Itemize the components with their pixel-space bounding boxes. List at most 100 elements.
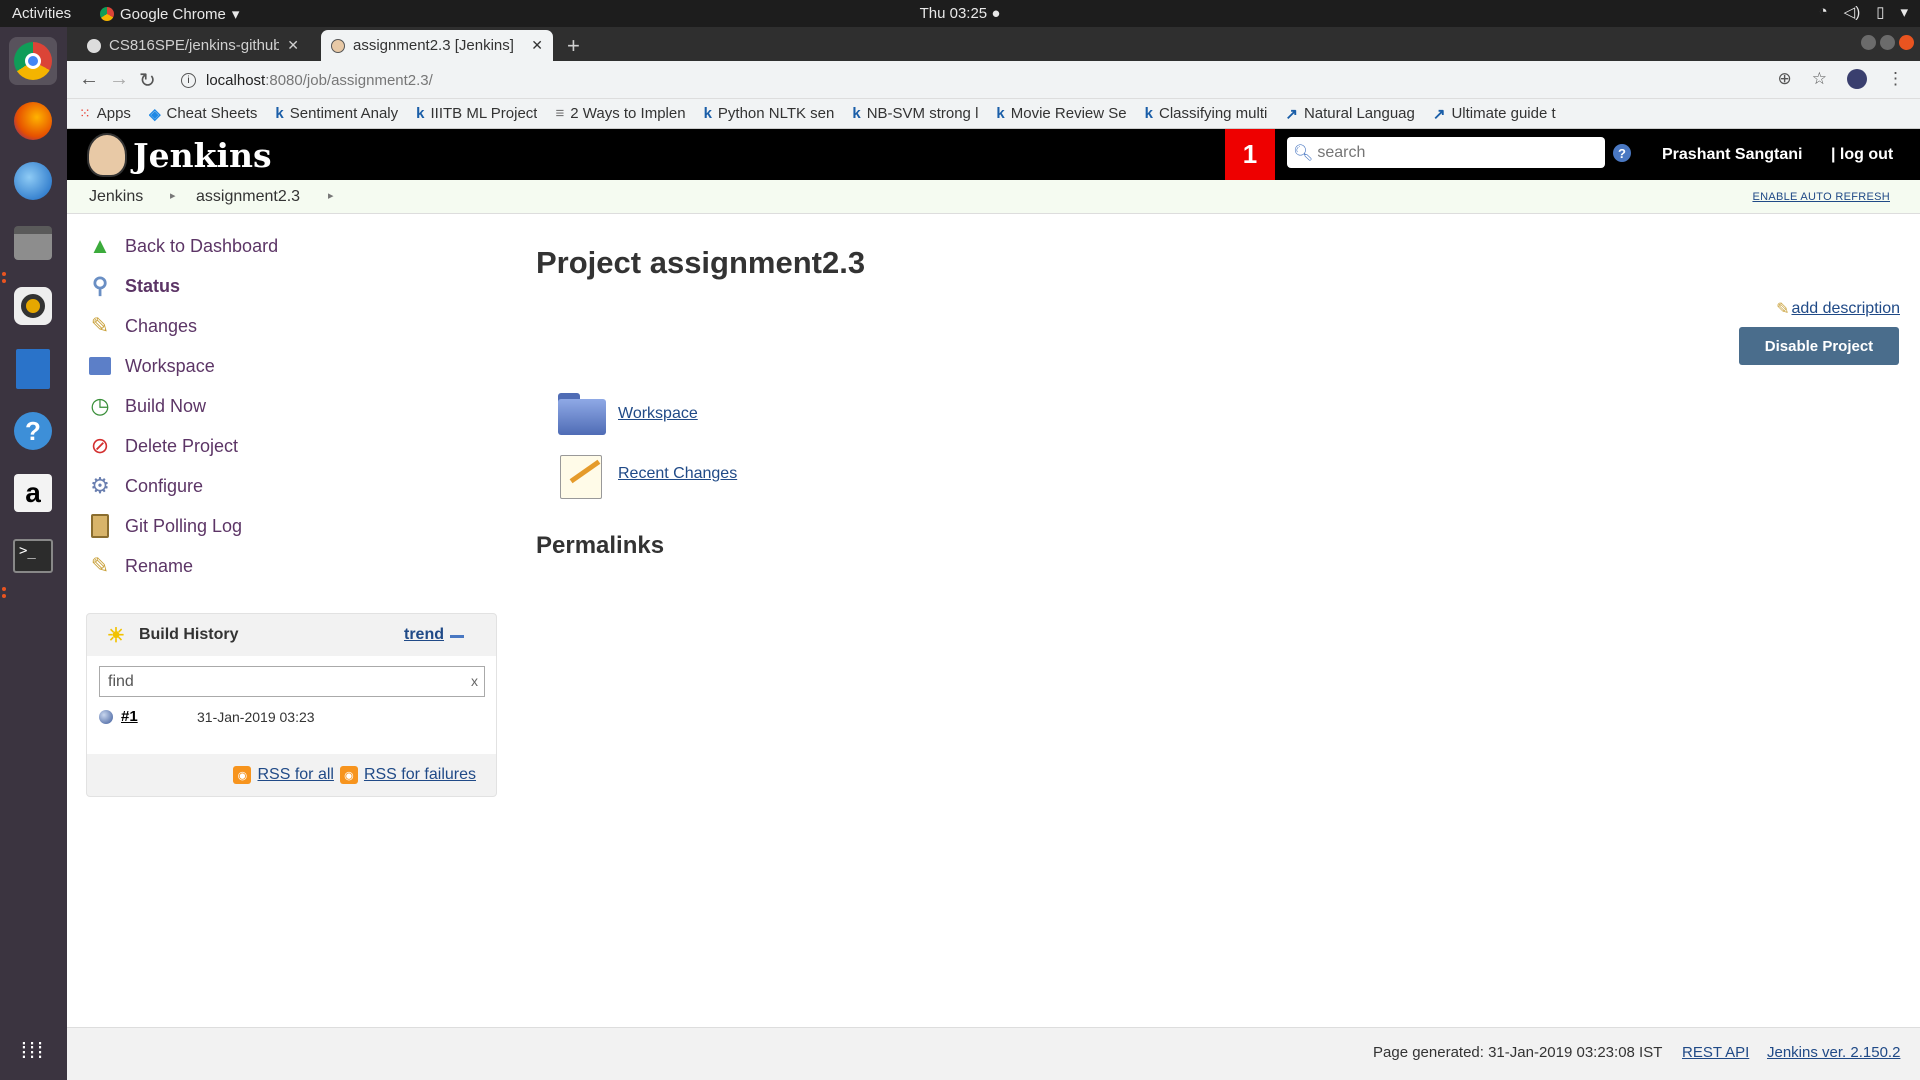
permalinks-heading: Permalinks — [536, 532, 665, 559]
rss-failures-link[interactable]: RSS for failures — [364, 766, 476, 784]
dock-chrome[interactable] — [9, 37, 57, 85]
breadcrumb-jenkins[interactable]: Jenkins — [89, 188, 143, 206]
add-description-link[interactable]: ✎ add description — [1776, 299, 1900, 319]
activities-button[interactable]: Activities — [12, 5, 71, 22]
build-row[interactable]: #1 31-Jan-2019 03:23 — [99, 708, 479, 725]
recent-changes-link-row[interactable]: Recent Changes — [556, 451, 737, 499]
kaggle-icon: k — [1144, 105, 1153, 122]
task-workspace[interactable]: Workspace — [87, 353, 215, 379]
bookmark-item[interactable]: ↗ Ultimate guide t — [1433, 105, 1556, 123]
menu-kebab-icon[interactable]: ⋮ — [1887, 69, 1904, 89]
chrome-icon — [100, 7, 114, 21]
window-controls — [1861, 35, 1914, 50]
notepad-icon: ✎ — [90, 313, 110, 338]
amazon-icon: a — [14, 474, 52, 512]
app-menu[interactable]: Google Chrome ▾ — [100, 5, 239, 23]
bookmark-item[interactable]: k IIITB ML Project — [416, 105, 537, 122]
rss-icon: ◉ — [339, 766, 358, 784]
bookmark-item[interactable]: k Movie Review Se — [996, 105, 1126, 122]
build-number-link[interactable]: #1 — [121, 708, 197, 725]
breadcrumb-project[interactable]: assignment2.3 — [196, 188, 300, 206]
bookmark-item[interactable]: ≡ 2 Ways to Implen — [555, 105, 685, 122]
bookmark-item[interactable]: ◈ Cheat Sheets — [149, 105, 257, 123]
back-arrow-icon[interactable]: ← — [79, 68, 99, 91]
page-generated-text: Page generated: 31-Jan-2019 03:23:08 IST — [1373, 1044, 1663, 1061]
rss-all-link[interactable]: RSS for all — [257, 766, 333, 784]
bookmarks-bar: ⁙ Apps ◈ Cheat Sheets k Sentiment Analy k II… — [67, 99, 1920, 129]
profile-avatar[interactable] — [1847, 69, 1867, 89]
dock-thunderbird[interactable] — [9, 157, 57, 205]
jenkins-logo[interactable]: Jenkins — [87, 133, 272, 177]
collapse-icon[interactable] — [450, 635, 464, 638]
chevron-right-icon[interactable]: ▸ — [170, 189, 176, 202]
page-title: Project assignment2.3 — [536, 245, 866, 280]
task-back-to-dashboard[interactable]: ▲ Back to Dashboard — [87, 233, 278, 259]
build-find-input[interactable]: find x — [99, 666, 485, 697]
dock-writer[interactable] — [9, 345, 57, 393]
minimize-button[interactable] — [1861, 35, 1876, 50]
bookmark-item[interactable]: k NB-SVM strong l — [852, 105, 978, 122]
power-menu-icon: ▾ — [1900, 4, 1908, 21]
clear-icon[interactable]: x — [471, 673, 478, 689]
new-tab-button[interactable]: + — [567, 33, 580, 59]
bookmark-item[interactable]: k Classifying multi — [1145, 105, 1268, 122]
task-git-polling-log[interactable]: Git Polling Log — [87, 513, 242, 539]
jenkins-version-link[interactable]: Jenkins ver. 2.150.2 — [1767, 1044, 1900, 1061]
system-tray[interactable]: ◔ ◁) ▯ ▾ — [1819, 3, 1908, 21]
chevron-right-icon[interactable]: ▸ — [328, 189, 334, 202]
page-icon: ≡ — [555, 105, 565, 122]
trend-icon: ↗ — [1432, 105, 1446, 123]
bookmark-item[interactable]: k Sentiment Analy — [275, 105, 398, 122]
forward-arrow-icon[interactable]: → — [109, 68, 129, 91]
task-delete-project[interactable]: ⊘ Delete Project — [87, 433, 238, 459]
notification-badge[interactable]: 1 — [1225, 129, 1275, 180]
tab-github[interactable]: CS816SPE/jenkins-github ✕ — [77, 30, 309, 61]
workspace-link-row[interactable]: Workspace — [556, 391, 698, 437]
dock-rhythmbox[interactable] — [9, 282, 57, 330]
jenkins-page: Jenkins 1 🔍︎ ? Prashant Sangtani | log o… — [67, 129, 1920, 1080]
star-icon[interactable]: ☆ — [1812, 69, 1827, 89]
tab-jenkins[interactable]: assignment2.3 [Jenkins] ✕ — [321, 30, 553, 61]
bookmark-item[interactable]: k Python NLTK sen — [704, 105, 835, 122]
info-icon: i — [181, 72, 196, 88]
help-icon[interactable]: ? — [1613, 144, 1631, 162]
bookmark-item[interactable]: ↗ Natural Languag — [1285, 105, 1415, 123]
user-name-link[interactable]: Prashant Sangtani — [1662, 146, 1802, 164]
dock-help[interactable]: ? — [9, 407, 57, 455]
dock-files[interactable] — [9, 219, 57, 267]
disable-project-button[interactable]: Disable Project — [1739, 327, 1899, 365]
trend-icon: ↗ — [1285, 105, 1298, 123]
up-arrow-icon: ▲ — [89, 233, 111, 258]
app-grid-icon: ⁞⁞⁞ — [20, 1038, 46, 1063]
clipboard-icon — [87, 513, 113, 539]
address-bar[interactable]: i localhost:8080/job/assignment2.3/ — [173, 64, 1833, 96]
show-applications-button[interactable]: ⁞⁞⁞ — [9, 1027, 57, 1075]
bookmark-apps[interactable]: ⁙ Apps — [79, 105, 131, 122]
reload-icon[interactable]: ↻ — [139, 68, 156, 93]
maximize-button[interactable] — [1880, 35, 1895, 50]
task-configure[interactable]: ⚙ Configure — [87, 473, 203, 499]
task-rename[interactable]: ✎ Rename — [87, 553, 193, 579]
enable-auto-refresh-link[interactable]: ENABLE AUTO REFRESH — [1752, 191, 1890, 203]
rest-api-link[interactable]: REST API — [1682, 1044, 1749, 1061]
trend-link[interactable]: trend — [404, 626, 444, 644]
battery-icon: ▯ — [1876, 4, 1885, 21]
clock[interactable]: Thu 03:25 ● — [920, 5, 1001, 22]
browser-toolbar: ← → ↻ i localhost:8080/job/assignment2.3… — [67, 61, 1920, 99]
page-footer: Page generated: 31-Jan-2019 03:23:08 IST… — [67, 1027, 1920, 1080]
close-icon[interactable]: ✕ — [531, 37, 543, 54]
close-window-button[interactable] — [1899, 35, 1914, 50]
zoom-icon[interactable]: ⊕ — [1778, 69, 1792, 89]
dock-amazon[interactable]: a — [9, 469, 57, 517]
dock-terminal[interactable]: >_ — [9, 532, 57, 580]
search-input[interactable] — [1317, 143, 1598, 162]
workspace-link[interactable]: Workspace — [618, 405, 698, 423]
app-name: Google Chrome — [120, 5, 226, 23]
dock-firefox[interactable] — [9, 97, 57, 145]
logout-link[interactable]: | log out — [1831, 146, 1893, 164]
close-icon[interactable]: ✕ — [287, 37, 299, 54]
task-build-now[interactable]: ◷ Build Now — [87, 393, 206, 419]
task-status[interactable]: ⚲ Status — [87, 273, 180, 299]
recent-changes-link[interactable]: Recent Changes — [618, 465, 737, 483]
task-changes[interactable]: ✎ Changes — [87, 313, 197, 339]
